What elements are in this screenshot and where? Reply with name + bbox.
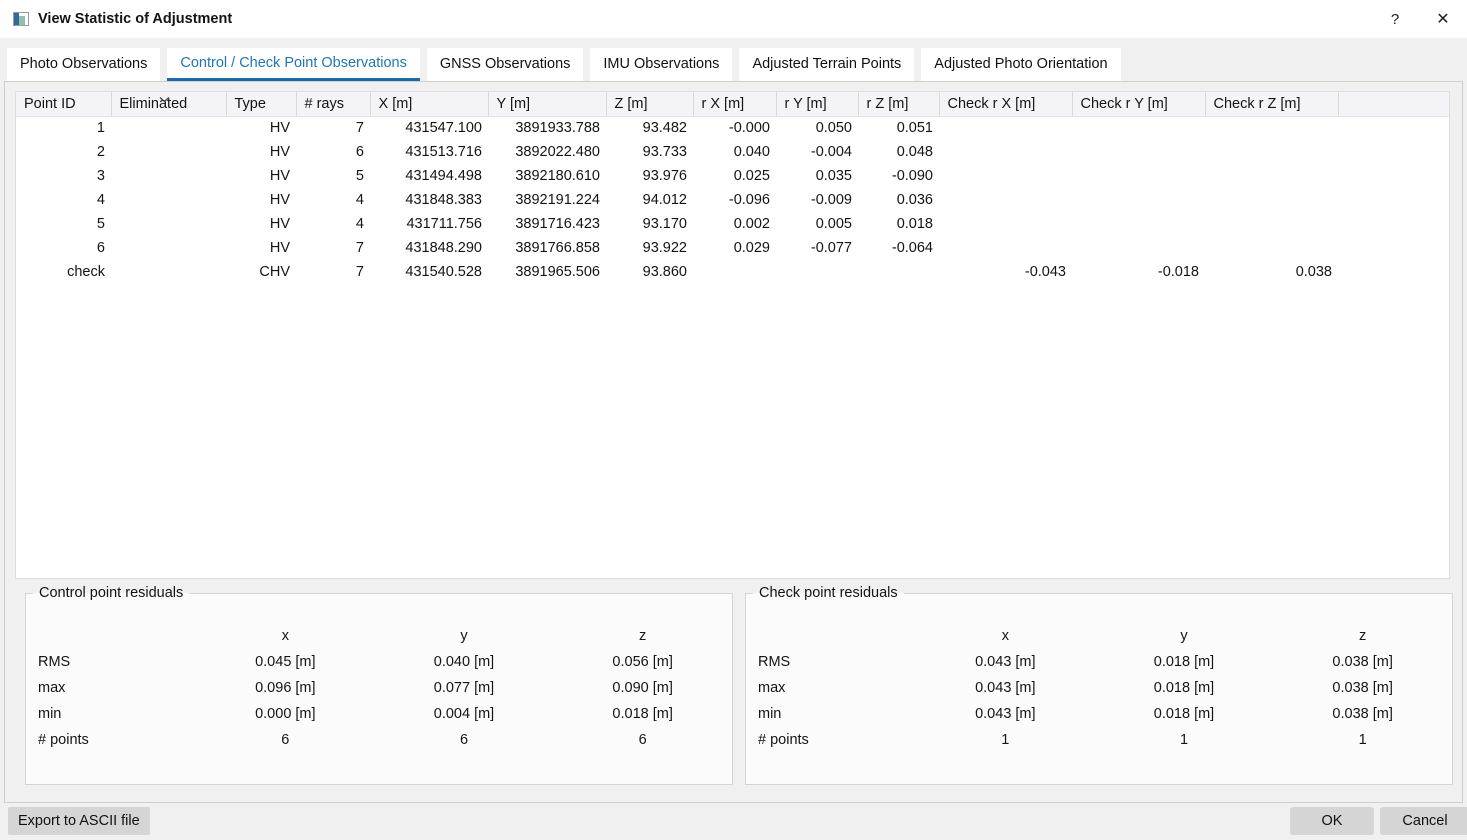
sort-indicator-icon [158,92,171,108]
column-header-check-rz[interactable]: Check r Z [m] [1205,92,1338,116]
table-row[interactable]: 1HV7431547.1003891933.78893.482-0.0000.0… [16,116,1449,140]
check-min-label: min [746,701,916,727]
tab-panel: Point ID Eliminated Type # rays X [m] Y … [4,81,1463,803]
column-header-point-id[interactable]: Point ID [16,92,111,116]
check-rms-label: RMS [746,649,916,675]
tab-photo-observations[interactable]: Photo Observations [7,48,160,81]
control-min-label: min [26,701,196,727]
column-header-ry[interactable]: r Y [m] [776,92,858,116]
table-row[interactable]: checkCHV7431540.5283891965.50693.860-0.0… [16,260,1449,284]
table-row[interactable]: 4HV4431848.3833892191.22494.012-0.096-0.… [16,188,1449,212]
export-ascii-button[interactable]: Export to ASCII file [8,807,150,835]
column-header-rz[interactable]: r Z [m] [858,92,939,116]
footer-bar: Export to ASCII file OK Cancel [0,803,1467,840]
column-header-type[interactable]: Type [226,92,296,116]
check-points-label: # points [746,727,916,753]
tab-imu-observations[interactable]: IMU Observations [590,48,732,81]
column-header-check-rx[interactable]: Check r X [m] [939,92,1072,116]
table-row[interactable]: 2HV6431513.7163892022.48093.7330.040-0.0… [16,140,1449,164]
tab-control-check-point-observations[interactable]: Control / Check Point Observations [167,48,419,81]
control-col-x: x [196,623,375,649]
control-point-residuals-group: Control point residuals x y z RMS 0.045 … [25,585,733,785]
column-header-z[interactable]: Z [m] [606,92,693,116]
tab-strip: Photo Observations Control / Check Point… [0,38,1467,81]
control-points-label: # points [26,727,196,753]
column-header-check-ry[interactable]: Check r Y [m] [1072,92,1205,116]
table-header-row: Point ID Eliminated Type # rays X [m] Y … [16,92,1449,116]
check-col-x: x [916,623,1095,649]
control-col-y: y [375,623,554,649]
cancel-button[interactable]: Cancel [1380,807,1467,835]
control-rms-label: RMS [26,649,196,675]
column-header-rays[interactable]: # rays [296,92,370,116]
table-row[interactable]: 6HV7431848.2903891766.85893.9220.029-0.0… [16,236,1449,260]
control-col-z: z [553,623,732,649]
column-header-rx[interactable]: r X [m] [693,92,776,116]
control-point-residuals-title: Control point residuals [33,585,189,601]
ok-button[interactable]: OK [1290,807,1374,835]
check-point-residuals-title: Check point residuals [753,585,904,601]
table-row[interactable]: 5HV4431711.7563891716.42393.1700.0020.00… [16,212,1449,236]
column-header-filler [1338,92,1449,116]
column-header-x[interactable]: X [m] [370,92,488,116]
close-button[interactable]: ✕ [1419,0,1467,38]
window-title: View Statistic of Adjustment [38,11,232,27]
check-point-residuals-group: Check point residuals x y z RMS 0.043 [m… [745,585,1453,785]
column-header-eliminated[interactable]: Eliminated [111,92,226,116]
control-max-label: max [26,675,196,701]
check-col-y: y [1095,623,1274,649]
app-icon [13,12,29,26]
check-max-label: max [746,675,916,701]
tab-adjusted-photo-orientation[interactable]: Adjusted Photo Orientation [921,48,1120,81]
observations-table: Point ID Eliminated Type # rays X [m] Y … [15,91,1450,579]
tab-gnss-observations[interactable]: GNSS Observations [427,48,584,81]
title-bar: View Statistic of Adjustment ? ✕ [0,0,1467,38]
tab-adjusted-terrain-points[interactable]: Adjusted Terrain Points [739,48,914,81]
check-col-z: z [1273,623,1452,649]
table-row[interactable]: 3HV5431494.4983892180.61093.9760.0250.03… [16,164,1449,188]
help-button[interactable]: ? [1371,0,1419,38]
column-header-y[interactable]: Y [m] [488,92,606,116]
